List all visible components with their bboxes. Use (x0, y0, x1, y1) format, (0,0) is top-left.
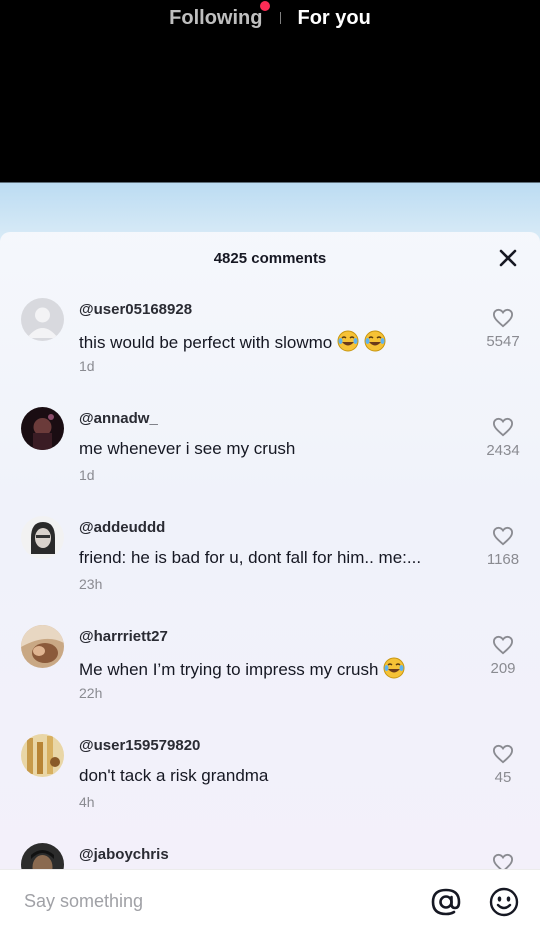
comment-item: @user159579820 don't tack a risk grandma… (0, 720, 540, 829)
close-icon[interactable] (498, 248, 518, 268)
comment-text: me whenever i see my crush (79, 439, 296, 458)
comment-item: @jaboychris (0, 829, 540, 869)
comment-username[interactable]: @user159579820 (79, 737, 200, 754)
comment-text: this would be perfect with slowmo (79, 330, 386, 353)
comment-input[interactable] (24, 888, 404, 914)
comment-timestamp: 22h (79, 685, 103, 701)
avatar[interactable] (21, 516, 64, 559)
notification-dot (260, 0, 271, 11)
like-button[interactable]: 1168 (478, 526, 528, 568)
comments-header: 4825 comments (0, 232, 540, 284)
comments-sheet: 4825 comments @user05168928 this would b… (0, 232, 540, 932)
avatar[interactable] (21, 298, 64, 341)
comment-item: @annadw_ me whenever i see my crush 1d 2… (0, 393, 540, 502)
like-count: 209 (490, 660, 516, 677)
like-count: 5547 (486, 333, 520, 350)
comment-input-bar (0, 869, 540, 932)
comment-username[interactable]: @user05168928 (79, 301, 192, 318)
comment-timestamp: 4h (79, 794, 95, 810)
comment-text: friend: he is bad for u, dont fall for h… (79, 548, 422, 567)
tab-following-label: Following (169, 6, 263, 29)
comment-username[interactable]: @addeuddd (79, 519, 165, 536)
comment-item: @addeuddd friend: he is bad for u, dont … (0, 502, 540, 611)
comment-text-body: this would be perfect with slowmo (79, 333, 333, 352)
comment-username[interactable]: @jaboychris (79, 846, 169, 863)
like-button[interactable] (478, 853, 528, 869)
comment-username[interactable]: @annadw_ (79, 410, 158, 427)
comment-timestamp: 1d (79, 358, 95, 374)
like-button[interactable]: 5547 (478, 308, 528, 350)
avatar[interactable] (21, 625, 64, 668)
heart-icon (492, 417, 514, 437)
like-button[interactable]: 45 (478, 744, 528, 786)
like-count: 45 (494, 769, 512, 786)
tab-for-you[interactable]: For you (297, 7, 370, 30)
like-button[interactable]: 2434 (478, 417, 528, 459)
tab-divider (280, 12, 282, 24)
avatar[interactable] (21, 407, 64, 450)
like-count: 1168 (486, 551, 520, 568)
avatar[interactable] (21, 734, 64, 777)
smiley-icon[interactable] (488, 886, 520, 918)
comment-username[interactable]: @harrriett27 (79, 628, 168, 645)
heart-icon (492, 308, 514, 328)
comment-list: @user05168928 this would be perfect with… (0, 284, 540, 869)
tears-of-joy-emoji-icon (383, 657, 405, 679)
comment-timestamp: 1d (79, 467, 95, 483)
comment-timestamp: 23h (79, 576, 103, 592)
avatar[interactable] (21, 843, 64, 869)
heart-icon (492, 853, 514, 869)
comment-item: @user05168928 this would be perfect with… (0, 284, 540, 393)
comment-text-body: Me when I’m trying to impress my crush (79, 660, 379, 679)
tears-of-joy-emoji-icon (364, 330, 386, 352)
at-sign-icon[interactable] (430, 886, 462, 918)
comment-count: 4825 comments (213, 249, 327, 267)
comment-item: @harrriett27 Me when I’m trying to impre… (0, 611, 540, 720)
feed-tabs: Following For you (0, 0, 540, 36)
like-count: 2434 (486, 442, 520, 459)
like-button[interactable]: 209 (478, 635, 528, 677)
heart-icon (492, 744, 514, 764)
tab-following[interactable]: Following (169, 0, 271, 30)
tears-of-joy-emoji-icon (337, 330, 359, 352)
heart-icon (492, 526, 514, 546)
comment-text: Me when I’m trying to impress my crush (79, 657, 405, 680)
comment-text: don't tack a risk grandma (79, 766, 269, 785)
heart-icon (492, 635, 514, 655)
